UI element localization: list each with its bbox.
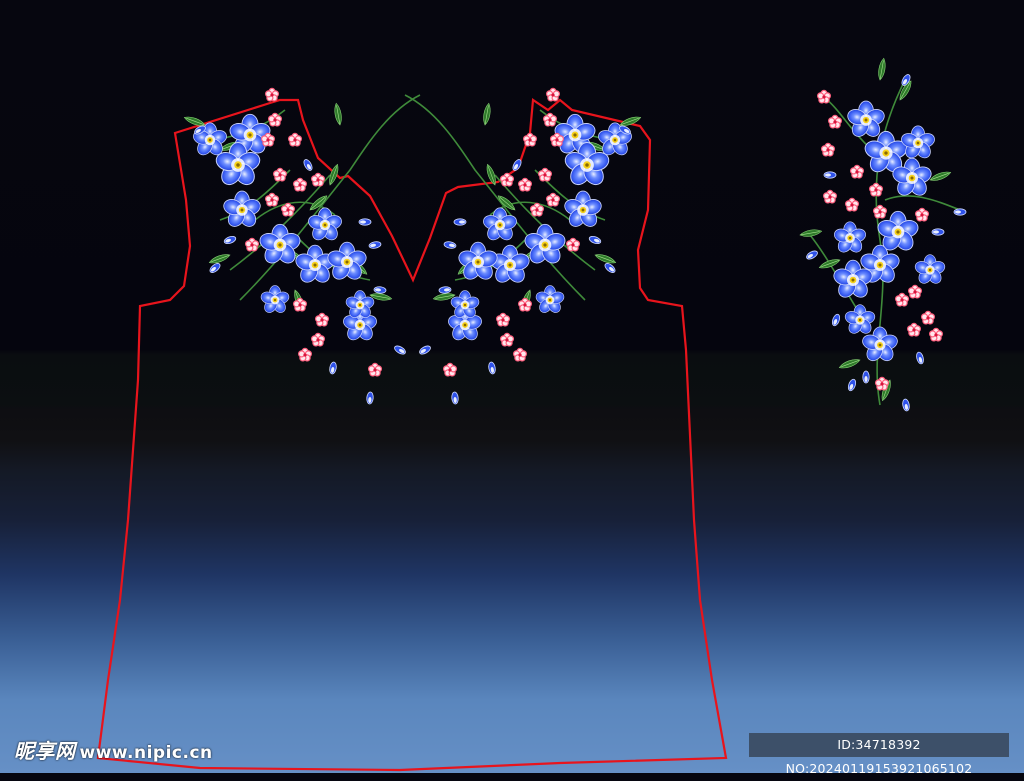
watermark-brand: 昵享网 www.nipic.cn [14, 735, 213, 764]
garment-canvas [96, 57, 967, 772]
embroidery-left-neck [183, 88, 420, 404]
embroidery-motif-standalone [799, 57, 967, 412]
watermark-site: www.nipic.cn [79, 743, 213, 763]
watermark-brand-name: 昵享网 [14, 739, 76, 763]
garment-pattern-outline [96, 98, 728, 772]
embroidery-right-neck [405, 88, 642, 404]
watermark-id-badge: ID:34718392 NO:20240119153921065102 [749, 733, 1009, 776]
